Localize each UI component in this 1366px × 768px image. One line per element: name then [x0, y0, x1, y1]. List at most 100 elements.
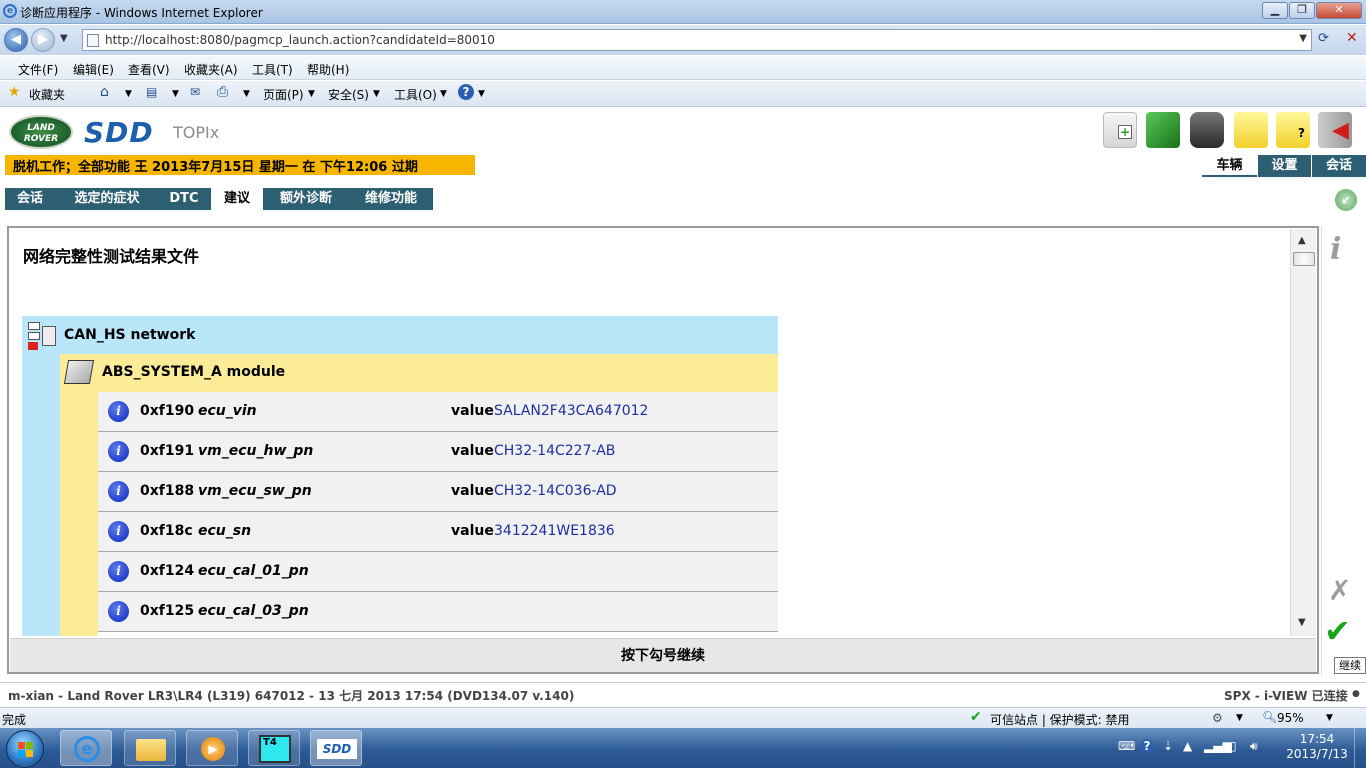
- did-row[interactable]: i 0xf124 ecu_cal_01_pn: [98, 552, 778, 592]
- vci-device-icon[interactable]: [1190, 112, 1224, 148]
- vertical-scrollbar[interactable]: ▲ ▼: [1290, 229, 1316, 636]
- scroll-up-icon[interactable]: ▲: [1298, 235, 1306, 246]
- print-icon[interactable]: ⎙: [217, 84, 228, 100]
- volume-icon[interactable]: 🔊︎: [1250, 739, 1258, 754]
- sdd-header: LAND ROVER SDD TOPIx + ? ◀: [0, 108, 1366, 154]
- did-row[interactable]: i 0xf188 vm_ecu_sw_pn value CH32-14C036-…: [98, 472, 778, 512]
- close-button[interactable]: ✕: [1316, 2, 1362, 19]
- continue-check-icon[interactable]: ✔: [1324, 612, 1351, 650]
- refresh-icon[interactable]: ⟳: [1318, 31, 1329, 46]
- maximize-button[interactable]: ❐: [1289, 2, 1315, 19]
- did-row[interactable]: i 0xf191 vm_ecu_hw_pn value CH32-14C227-…: [98, 432, 778, 472]
- help-dropdown-icon[interactable]: ▼: [478, 89, 485, 99]
- did-row[interactable]: i 0xf125 ecu_cal_03_pn: [98, 592, 778, 632]
- safety-menu-button[interactable]: 安全(S): [328, 86, 369, 103]
- notes-icon[interactable]: [1234, 112, 1268, 148]
- tab-selected-symptoms[interactable]: 选定的症状: [57, 188, 157, 210]
- page-menu-button[interactable]: 页面(P): [263, 86, 304, 103]
- zoom-dropdown-icon[interactable]: ▼: [1326, 713, 1333, 723]
- info-icon: i: [108, 481, 129, 502]
- back-icon[interactable]: ◀: [4, 28, 28, 52]
- tab-session[interactable]: 会话: [5, 188, 55, 210]
- t4-icon: T4: [259, 735, 291, 763]
- address-input[interactable]: http://localhost:8080/pagmcp_launch.acti…: [82, 29, 1312, 51]
- tab-settings[interactable]: 设置: [1258, 155, 1311, 177]
- information-icon[interactable]: i: [1330, 232, 1341, 267]
- feeds-dropdown-icon[interactable]: ▼: [172, 89, 179, 99]
- network-row[interactable]: CAN_HS network: [22, 316, 778, 356]
- did-row[interactable]: i 0xf190 ecu_vin value SALAN2F43CA647012: [98, 392, 778, 432]
- battery-icon[interactable]: ▯: [1230, 739, 1237, 753]
- info-icon: i: [108, 401, 129, 422]
- menu-tools[interactable]: 工具(T): [252, 61, 293, 78]
- tray-help-icon[interactable]: ?: [1140, 739, 1154, 753]
- did-value: CH32-14C036-AD: [494, 483, 617, 499]
- continue-tooltip: 继续: [1334, 657, 1366, 674]
- sdd-taskbar-label: SDD: [317, 739, 357, 759]
- menu-file[interactable]: 文件(F): [18, 61, 58, 78]
- menu-favorites[interactable]: 收藏夹(A): [184, 61, 238, 78]
- tab-extra-diagnostics[interactable]: 额外诊断: [265, 188, 347, 210]
- tab-recommendations[interactable]: 建议: [211, 188, 263, 210]
- tab-service-functions[interactable]: 维修功能: [349, 188, 433, 210]
- zone-dropdown-icon[interactable]: ▼: [1236, 713, 1243, 723]
- favorites-button[interactable]: 收藏夹: [29, 86, 65, 103]
- history-dropdown-icon[interactable]: ▼: [60, 33, 68, 44]
- taskbar-sdd[interactable]: SDD: [310, 730, 362, 766]
- did-row[interactable]: i 0xf18c ecu_sn value 3412241WE1836: [98, 512, 778, 552]
- show-desktop-button[interactable]: [1354, 728, 1366, 768]
- zoom-level[interactable]: 95%: [1277, 711, 1304, 725]
- minimize-button[interactable]: ▁: [1262, 2, 1288, 19]
- address-dropdown-icon[interactable]: ▼: [1299, 33, 1307, 44]
- network-label: CAN_HS network: [64, 327, 196, 343]
- page-dropdown-icon[interactable]: ▼: [308, 89, 315, 99]
- scroll-thumb[interactable]: [1293, 252, 1315, 266]
- network-signal-icon[interactable]: ▂▄▆: [1204, 739, 1232, 753]
- did-name: ecu_sn: [198, 523, 252, 539]
- question-mark-icon: ?: [1298, 126, 1305, 140]
- did-name: vm_ecu_hw_pn: [198, 443, 314, 459]
- tab-session-top[interactable]: 会话: [1312, 155, 1366, 177]
- print-dropdown-icon[interactable]: ▼: [243, 89, 250, 99]
- wireless-help-icon[interactable]: ?: [1276, 112, 1310, 148]
- forward-icon[interactable]: ▶: [31, 28, 55, 52]
- feeds-icon[interactable]: ▤: [146, 85, 157, 99]
- taskbar-explorer[interactable]: [124, 730, 176, 766]
- tab-vehicle[interactable]: 车辆: [1202, 155, 1257, 177]
- menu-help[interactable]: 帮助(H): [307, 61, 349, 78]
- did-code: 0xf124: [140, 563, 195, 579]
- security-zone[interactable]: 可信站点 | 保护模式: 禁用: [990, 711, 1130, 728]
- tools-menu-button[interactable]: 工具(O): [394, 86, 437, 103]
- start-button[interactable]: [6, 730, 44, 768]
- exit-door-icon[interactable]: ◀: [1318, 112, 1352, 148]
- network-card-icon[interactable]: [1146, 112, 1180, 148]
- home-icon[interactable]: ⌂: [100, 84, 109, 100]
- results-panel: 网络完整性测试结果文件 CAN_HS network ABS_SYSTEM_A …: [10, 229, 1288, 636]
- safety-dropdown-icon[interactable]: ▼: [373, 89, 380, 99]
- show-hidden-icon[interactable]: ▲: [1183, 739, 1192, 753]
- tray-arrow-icon[interactable]: ⇣: [1163, 739, 1173, 753]
- did-code: 0xf125: [140, 603, 195, 619]
- cancel-x-icon[interactable]: ✗: [1328, 574, 1351, 607]
- menu-view[interactable]: 查看(V): [128, 61, 170, 78]
- taskbar-ie[interactable]: e: [60, 730, 112, 766]
- system-clock[interactable]: 17:54 2013/7/13: [1286, 732, 1348, 762]
- exit-session-icon[interactable]: ↙: [1335, 189, 1357, 211]
- menu-edit[interactable]: 编辑(E): [73, 61, 114, 78]
- keyboard-icon[interactable]: ⌨: [1118, 739, 1135, 753]
- taskbar-media[interactable]: ▶: [186, 730, 238, 766]
- stop-icon[interactable]: ✕: [1346, 30, 1358, 46]
- tab-dtc[interactable]: DTC: [159, 188, 209, 210]
- mail-icon[interactable]: ✉: [190, 85, 200, 99]
- home-dropdown-icon[interactable]: ▼: [125, 89, 132, 99]
- tools-dropdown-icon[interactable]: ▼: [440, 89, 447, 99]
- sdd-status-bar: m-xian - Land Rover LR3\LR4 (L319) 64701…: [0, 682, 1366, 706]
- info-icon: i: [108, 561, 129, 582]
- medical-kit-icon[interactable]: +: [1103, 112, 1137, 148]
- help-icon[interactable]: ?: [458, 84, 474, 100]
- status-dot-icon: ●: [1352, 689, 1360, 699]
- scroll-down-icon[interactable]: ▼: [1298, 617, 1306, 628]
- module-row[interactable]: ABS_SYSTEM_A module: [60, 354, 778, 392]
- taskbar-t4[interactable]: T4: [248, 730, 300, 766]
- protected-mode-icon[interactable]: ⚙: [1212, 711, 1223, 725]
